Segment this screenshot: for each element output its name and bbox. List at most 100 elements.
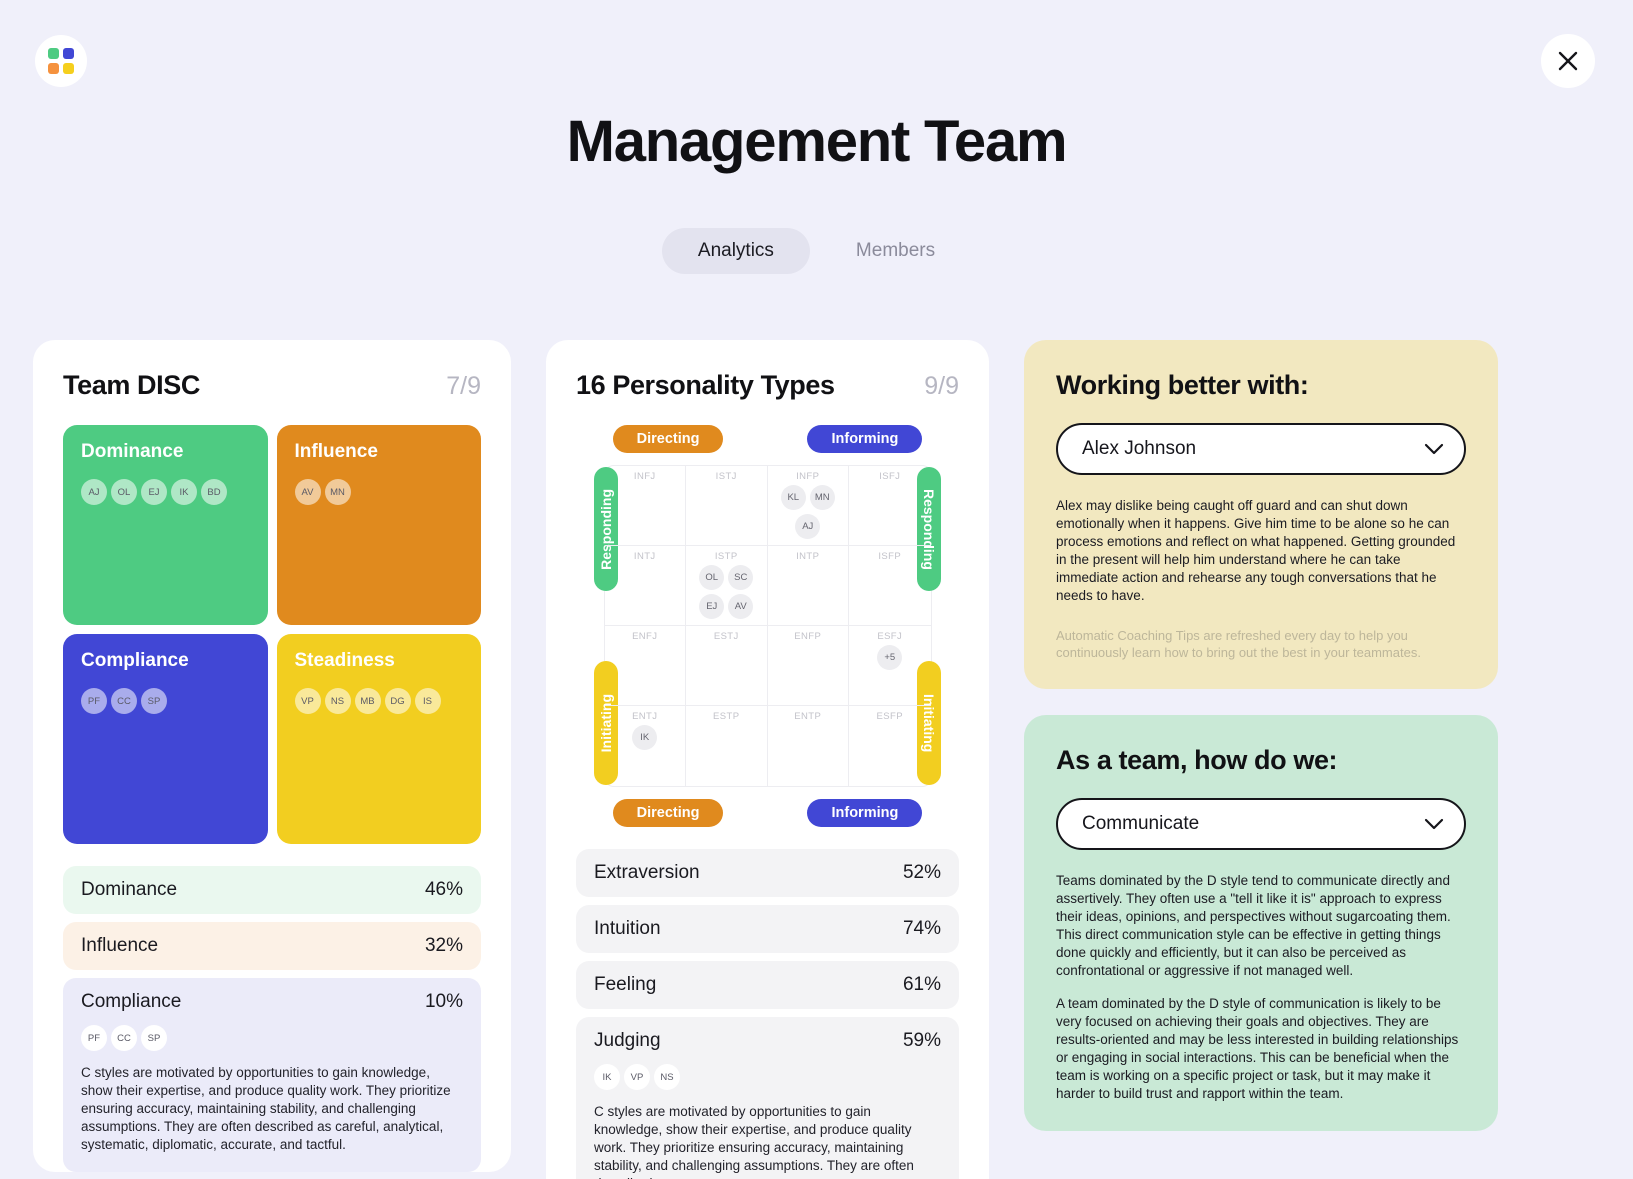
disc-quadrant-steadiness[interactable]: Steadiness VP NS MB DG IS (276, 634, 481, 844)
personality-cell-infp[interactable]: INFP KL MN AJ (767, 466, 849, 546)
member-chip[interactable]: KL (780, 485, 806, 510)
disc-quadrant-compliance[interactable]: Compliance PF CC SP (63, 634, 268, 844)
trait-row[interactable]: Compliance 10% PF CC SP C styles are motivate… (63, 978, 481, 1172)
trait-line: Judging 59% (594, 1030, 941, 1052)
content-columns: Team DISC 7/9 Dominance AJ OL EJ IK BD Influen… (33, 340, 1600, 1179)
trait-row[interactable]: Intuition 74% (576, 905, 959, 953)
trait-row[interactable]: Feeling 61% (576, 961, 959, 1009)
personality-cell-istp[interactable]: ISTP OL SC EJ AV (686, 546, 768, 626)
disc-quadrant-influence[interactable]: Influence AV MN (276, 425, 481, 625)
trait-name: Feeling (594, 974, 657, 995)
disc-quadrant-label: Steadiness (294, 650, 395, 671)
member-chip[interactable]: SC (728, 565, 754, 590)
member-chip[interactable]: SP (141, 688, 167, 714)
chevron-down-icon (1424, 819, 1444, 830)
trait-row[interactable]: Extraversion 52% (576, 849, 959, 897)
logo-square-1 (48, 48, 59, 59)
member-chip[interactable]: IK (594, 1064, 620, 1090)
member-chip[interactable]: PF (81, 688, 107, 714)
team-topic-select-value: Communicate (1082, 813, 1200, 835)
member-chip[interactable]: AV (728, 594, 754, 619)
tab-analytics[interactable]: Analytics (661, 228, 810, 274)
team-topic-select[interactable]: Communicate (1056, 798, 1466, 851)
app-logo (35, 35, 87, 87)
member-chip[interactable]: DG (384, 688, 411, 714)
member-chip[interactable]: OL (699, 565, 725, 590)
trait-row[interactable]: Dominance 46% (63, 866, 481, 914)
member-chip[interactable]: MN (324, 479, 351, 505)
trait-value: 10% (424, 991, 463, 1012)
tab-members[interactable]: Members (820, 228, 971, 274)
column-coaching: Working better with: Alex Johnson Alex m… (1024, 340, 1498, 1131)
personality-cell-enfp[interactable]: ENFP (767, 626, 849, 706)
band-directing-top: Directing (612, 425, 724, 453)
member-chip[interactable]: IK (171, 479, 197, 505)
member-chip[interactable]: AV (294, 479, 321, 505)
personality-cell-enfj[interactable]: ENFJ (604, 626, 686, 706)
app-root: Management Team Analytics Members Team D… (0, 0, 1633, 1179)
member-chip[interactable]: NS (324, 688, 351, 714)
disc-quadrant-label: Compliance (81, 650, 189, 671)
personality-cell-estp[interactable]: ESTP (686, 706, 768, 786)
member-chip[interactable]: PF (81, 1025, 107, 1051)
trait-value: 74% (902, 918, 941, 939)
as-a-team-paragraph-2: A team dominated by the D style of commu… (1056, 996, 1459, 1101)
member-chip[interactable]: IS (414, 688, 441, 714)
teammate-select[interactable]: Alex Johnson (1056, 423, 1466, 475)
personality-cell-esfj[interactable]: ESFJ +5 (849, 626, 931, 706)
personality-cell-label: ISTJ (715, 471, 737, 482)
team-disc-header: Team DISC 7/9 (63, 370, 481, 401)
personality-grid: INFJ ISTJ INFP KL MN AJ ISFJ INTJ ISTP OL SC EJ AV IN… (603, 465, 932, 787)
personality-cell-label: ENFJ (632, 631, 658, 642)
personality-cell-label: INFJ (633, 471, 656, 482)
column-disc: Team DISC 7/9 Dominance AJ OL EJ IK BD Influen… (33, 340, 511, 1172)
types-trait-list: Extraversion 52% Intuition 74% Feeling 61% Jud… (576, 849, 959, 1179)
member-chip[interactable]: +5 (877, 645, 903, 670)
personality-cell-esfp[interactable]: ESFP (849, 706, 931, 786)
disc-quadrant-label: Dominance (81, 441, 184, 462)
member-chip[interactable]: AJ (81, 479, 107, 505)
member-chip[interactable]: OL (111, 479, 137, 505)
team-disc-count: 7/9 (446, 372, 481, 400)
personality-cell-estj[interactable]: ESTJ (686, 626, 768, 706)
trait-name: Dominance (81, 879, 178, 900)
member-chip[interactable]: BD (201, 479, 227, 505)
trait-value: 32% (424, 935, 463, 956)
trait-line: Compliance 10% (81, 991, 463, 1013)
board-middle: Responding Initiating Responding Initiat… (594, 465, 941, 787)
column-types: 16 Personality Types 9/9 Directing Infor… (546, 340, 989, 1179)
member-chip[interactable]: VP (624, 1064, 650, 1090)
member-chip[interactable]: IK (632, 725, 658, 750)
trait-row[interactable]: Influence 32% (63, 922, 481, 970)
personality-cell-intp[interactable]: INTP (767, 546, 849, 626)
working-better-with-title: Working better with: (1056, 370, 1309, 400)
member-chip[interactable]: CC (111, 688, 137, 714)
personality-cell-infj[interactable]: INFJ (604, 466, 686, 546)
trait-description: C styles are motivated by opportunities … (594, 1104, 914, 1179)
member-chip[interactable]: NS (654, 1064, 680, 1090)
trait-member-chips: PF CC SP (81, 1025, 463, 1051)
member-chip[interactable]: EJ (699, 594, 725, 619)
member-chip[interactable]: VP (294, 688, 321, 714)
personality-cell-entp[interactable]: ENTP (768, 706, 849, 786)
member-chip[interactable]: MB (354, 688, 381, 714)
logo-square-2 (63, 48, 74, 59)
member-chip[interactable]: SP (141, 1025, 167, 1051)
close-button[interactable] (1541, 34, 1595, 88)
personality-cell-intj[interactable]: INTJ (604, 546, 686, 626)
personality-cell-entj[interactable]: ENTJ IK (605, 706, 686, 786)
band-informing-bottom: Informing (807, 799, 923, 827)
logo-grid-icon (48, 48, 74, 74)
member-chip[interactable]: MN (809, 485, 835, 510)
personality-cell-isfp[interactable]: ISFP (849, 546, 931, 626)
trait-row[interactable]: Judging 59% IK VP NS C styles are motivated b… (576, 1017, 959, 1179)
member-chip[interactable]: AJ (795, 514, 821, 539)
personality-cell-isfj[interactable]: ISFJ (849, 466, 931, 546)
bottom-band-row: Directing Informing (594, 799, 941, 827)
as-a-team-card: As a team, how do we: Communicate Teams … (1024, 715, 1498, 1131)
disc-quadrant-dominance[interactable]: Dominance AJ OL EJ IK BD (63, 425, 268, 625)
trait-value: 52% (902, 862, 941, 883)
personality-cell-istj[interactable]: ISTJ (686, 466, 768, 546)
member-chip[interactable]: CC (111, 1025, 137, 1051)
member-chip[interactable]: EJ (141, 479, 167, 505)
